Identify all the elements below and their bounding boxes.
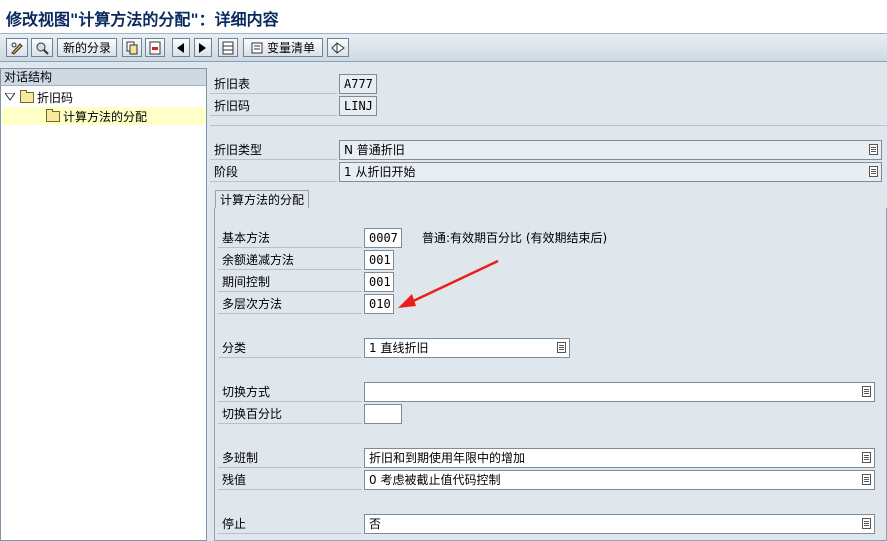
- class-label: 分类: [218, 338, 362, 358]
- application-toolbar: 新的分录 变量清单: [0, 34, 887, 62]
- class-value: 1 直线折旧: [369, 341, 429, 355]
- method-assignment-tab: 计算方法的分配: [215, 190, 310, 208]
- phase-value: 1 从折旧开始: [344, 165, 416, 179]
- multishift-value: 折旧和到期使用年限中的增加: [369, 451, 526, 465]
- base-method-field[interactable]: 0007: [364, 228, 402, 248]
- changeover-method-field[interactable]: [364, 382, 875, 402]
- multishift-label: 多班制: [218, 448, 362, 468]
- dropdown-list-icon[interactable]: [862, 518, 871, 529]
- red-arrow-annotation: [398, 259, 499, 308]
- transport-icon: [331, 41, 345, 54]
- separator: [210, 125, 887, 126]
- base-method-label: 基本方法: [218, 228, 362, 248]
- dropdown-list-icon[interactable]: [862, 386, 871, 397]
- open-folder-icon: [46, 108, 60, 122]
- dialog-structure-pane: 对话结构 折旧码 计算方法的分配: [0, 68, 207, 541]
- new-entries-label: 新的分录: [62, 41, 111, 55]
- multishift-field[interactable]: 折旧和到期使用年限中的增加: [364, 448, 875, 468]
- base-method-description: 普通:有效期百分比 (有效期结束后): [422, 231, 608, 245]
- scrap-value-label: 残值: [218, 470, 362, 490]
- method-assignment-group: 计算方法的分配 基本方法 0007 普通:有效期百分比 (有效期结束后) 余额递…: [214, 190, 887, 541]
- scrap-value-value: 0 考虑被截止值代码控制: [369, 473, 501, 487]
- table-icon: [222, 41, 234, 54]
- triangle-right-icon: [199, 42, 206, 53]
- phase-label: 阶段: [210, 162, 337, 182]
- shutdown-label: 停止: [218, 514, 362, 534]
- depreciation-key-label: 折旧码: [210, 96, 337, 116]
- title-bar: 修改视图"计算方法的分配"：详细内容: [0, 0, 887, 34]
- delete-icon: [149, 41, 161, 54]
- chart-of-depreciation-label: 折旧表: [210, 74, 337, 94]
- depreciation-type-field[interactable]: N 普通折旧: [339, 140, 882, 160]
- multilevel-method-label: 多层次方法: [218, 294, 362, 314]
- tree-node-depreciation-key[interactable]: 折旧码: [5, 89, 73, 105]
- window-title: 修改视图"计算方法的分配"：详细内容: [6, 10, 279, 29]
- delete-button[interactable]: [145, 38, 165, 57]
- period-control-field[interactable]: 001: [364, 272, 394, 292]
- previous-entry-button[interactable]: [172, 38, 190, 57]
- detail-area: 折旧表 A777 折旧码 LINJ 折旧类型 N 普通折旧 阶段 1 从折旧开始…: [210, 68, 887, 541]
- chart-of-depreciation-field[interactable]: A777: [339, 74, 377, 94]
- new-entries-button[interactable]: 新的分录: [57, 38, 117, 57]
- dialog-structure-header: 对话结构: [1, 69, 206, 86]
- phase-field[interactable]: 1 从折旧开始: [339, 162, 882, 182]
- transport-button[interactable]: [327, 38, 349, 57]
- tree-node-method-assignment-label: 计算方法的分配: [63, 109, 148, 124]
- dropdown-list-icon[interactable]: [869, 144, 878, 155]
- period-control-label: 期间控制: [218, 272, 362, 292]
- changeover-percent-field[interactable]: [364, 404, 402, 424]
- copy-button[interactable]: [122, 38, 142, 57]
- triangle-left-icon: [177, 42, 184, 53]
- depreciation-key-field[interactable]: LINJ: [339, 96, 377, 116]
- pencil-glasses-icon: [11, 42, 23, 55]
- tree-node-method-assignment[interactable]: 计算方法的分配: [2, 107, 206, 125]
- triangle-down-icon[interactable]: [5, 93, 15, 101]
- dropdown-list-icon[interactable]: [869, 166, 878, 177]
- depreciation-type-value: N 普通折旧: [344, 143, 405, 157]
- shutdown-value: 否: [369, 517, 382, 531]
- select-all-button[interactable]: [218, 38, 238, 57]
- copy-icon: [126, 41, 138, 54]
- dropdown-list-icon[interactable]: [862, 452, 871, 463]
- shutdown-field[interactable]: 否: [364, 514, 875, 534]
- display-change-button[interactable]: [6, 38, 28, 57]
- depreciation-type-label: 折旧类型: [210, 140, 337, 160]
- declining-balance-label: 余额递减方法: [218, 250, 362, 270]
- class-field[interactable]: 1 直线折旧: [364, 338, 570, 358]
- tree-node-depreciation-key-label: 折旧码: [37, 90, 74, 105]
- next-entry-button[interactable]: [194, 38, 212, 57]
- declining-balance-field[interactable]: 001: [364, 250, 394, 270]
- multilevel-method-field[interactable]: 010: [364, 294, 394, 314]
- dropdown-list-icon[interactable]: [557, 342, 566, 353]
- search-button[interactable]: [31, 38, 53, 57]
- folder-icon: [20, 89, 34, 103]
- dropdown-list-icon[interactable]: [862, 474, 871, 485]
- magnifier-icon: [36, 42, 49, 55]
- changeover-percent-label: 切换百分比: [218, 404, 362, 424]
- variable-list-button[interactable]: 变量清单: [243, 38, 323, 57]
- scrap-value-field[interactable]: 0 考虑被截止值代码控制: [364, 470, 875, 490]
- changeover-method-label: 切换方式: [218, 382, 362, 402]
- variable-list-label: 变量清单: [266, 41, 315, 55]
- document-icon: [251, 42, 263, 53]
